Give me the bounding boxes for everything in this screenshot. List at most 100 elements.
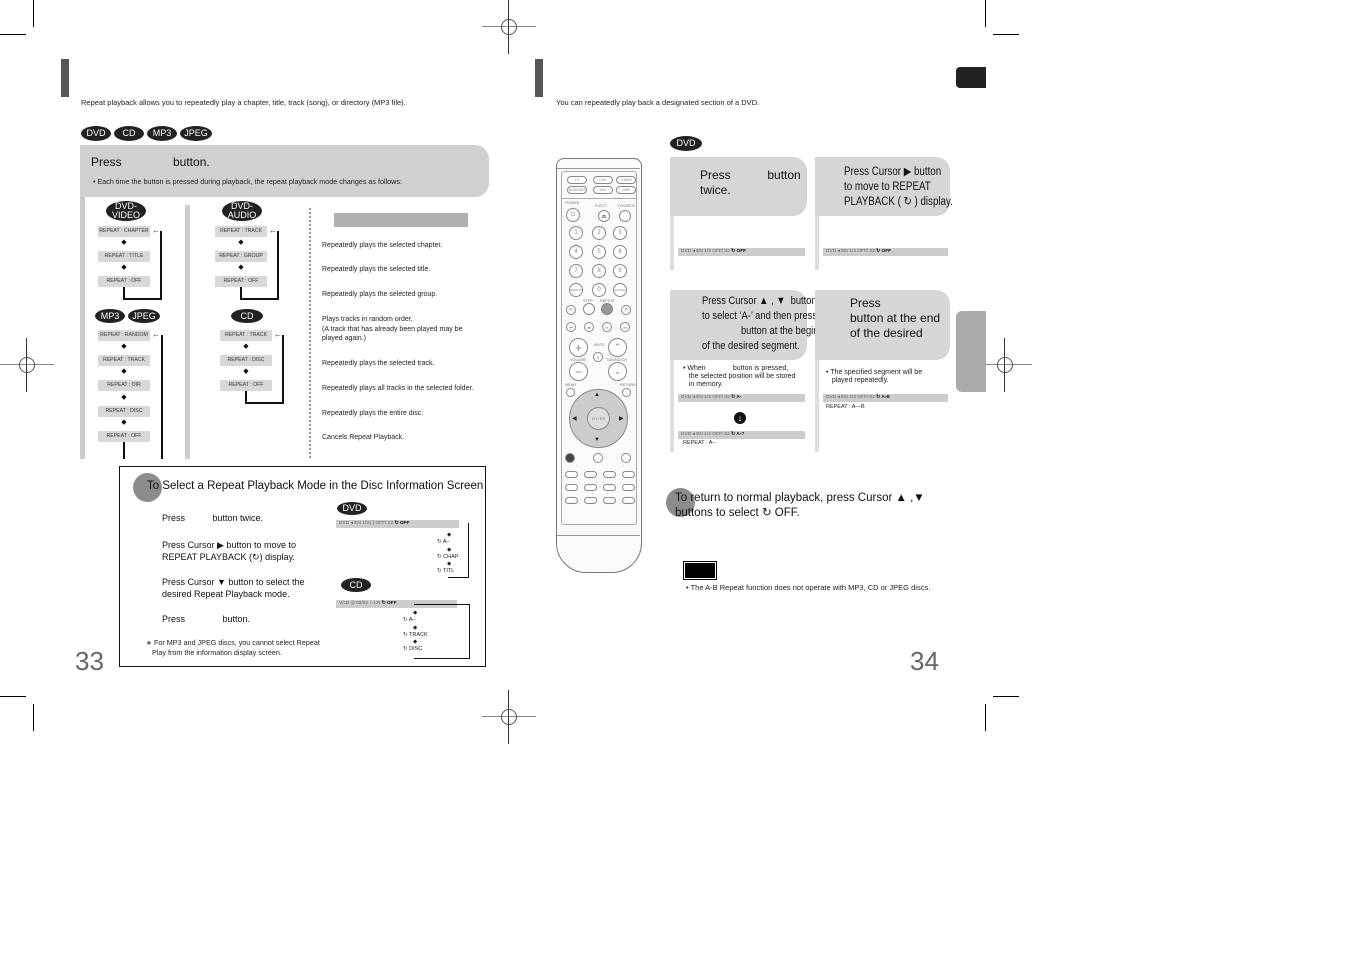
description: Cancels Repeat Playback.	[322, 434, 405, 441]
tuning-button[interactable]	[621, 453, 631, 463]
cursor-down-icon[interactable]: ▼	[594, 437, 600, 443]
remote-cancel-button[interactable]: CANCEL	[613, 283, 627, 297]
badge-dvd: DVD	[337, 502, 367, 515]
channel-down-icon[interactable]: ⌄	[608, 362, 627, 381]
chain-item: REPEAT : OFF	[98, 431, 150, 442]
osd-text: DVD ◂ EN 1/3 OFF/ 02	[681, 249, 730, 254]
skip-back-icon[interactable]: «	[566, 305, 576, 315]
side-tab	[956, 311, 986, 392]
chain-item: REPEAT : DIR	[98, 380, 150, 391]
remote-number-button[interactable]: 1	[569, 226, 583, 240]
remote-usb-button[interactable]: USB	[616, 186, 636, 194]
card-text: Press button twice.	[700, 168, 801, 197]
remote-small-button[interactable]	[565, 471, 578, 478]
remote-repeat-button[interactable]	[601, 303, 613, 315]
crop-mark	[993, 34, 1019, 35]
osd-value: ↻ A-B	[876, 395, 890, 400]
loop-arrow	[240, 231, 279, 300]
remote-number-button[interactable]: 5	[592, 245, 606, 259]
remote-small-button[interactable]	[565, 497, 578, 504]
remote-number-button[interactable]: 2	[592, 226, 606, 240]
crop-mark	[0, 696, 26, 697]
remote-step-button[interactable]	[583, 303, 595, 315]
arrow-down-icon: ◆	[121, 343, 127, 350]
osd-bar: DVD ◂ EN 1/3 OFF/ 02 ↻ A-B	[823, 394, 948, 402]
cursor-left-icon[interactable]: ◀	[572, 415, 577, 422]
next-icon[interactable]: ⏭	[620, 322, 630, 332]
play-pause-icon[interactable]: ⏯	[602, 322, 612, 332]
remote-number-button[interactable]: 3	[613, 226, 627, 240]
remote-small-button[interactable]	[603, 471, 616, 478]
arrow-down-icon: ◆	[121, 368, 127, 375]
prev-icon[interactable]: ⏮	[566, 322, 576, 332]
osd-text: DVD ◂ EN 1/3 OFF/ 02	[681, 432, 730, 437]
remote-number-button[interactable]: 6	[613, 245, 627, 259]
remote-small-button[interactable]	[584, 497, 597, 504]
volume-down-icon[interactable]: −	[569, 362, 588, 381]
remote-small-button[interactable]	[622, 497, 635, 504]
osd-text: DVD ◂ EN 1/3 [ ] OFF/ 02	[339, 521, 394, 526]
description: Repeatedly plays the selected track.	[322, 360, 435, 367]
remote-dvd-button[interactable]: DVD	[593, 176, 613, 184]
remote-small-button[interactable]	[603, 497, 616, 504]
remote-number-button[interactable]: 4	[569, 245, 583, 259]
remote-aux-button[interactable]: AUX	[593, 186, 613, 194]
eject-icon[interactable]: ⏏	[598, 210, 610, 222]
info-button[interactable]	[565, 453, 575, 463]
osd-text: DVD ◂ EN 1/3 OFF/ 02	[826, 249, 875, 254]
registration-mark	[978, 338, 1032, 392]
cursor-right-icon[interactable]: ▶	[619, 415, 624, 422]
info-step: Press Cursor ▼ button to select the desi…	[162, 577, 305, 599]
loop-arrow	[245, 391, 247, 404]
volume-up-icon[interactable]: +	[569, 338, 588, 357]
return-icon[interactable]	[622, 388, 631, 397]
remote-number-button[interactable]: 0	[592, 283, 606, 297]
mute-icon[interactable]: ✕	[593, 352, 603, 362]
loop-arrow	[123, 287, 125, 300]
cursor-up-icon[interactable]: ▲	[594, 392, 600, 398]
remote-small-button[interactable]	[622, 471, 635, 478]
loop-arrow	[414, 604, 470, 659]
badge-dvd: DVD	[670, 136, 702, 151]
step-button: button.	[173, 155, 210, 169]
osd-value: ↻ OFF	[876, 249, 892, 254]
remote-small-button[interactable]	[565, 484, 578, 491]
remote-number-button[interactable]: 7	[569, 264, 583, 278]
remote-remain-button[interactable]: REMAIN	[569, 283, 583, 297]
remote-bonding-button[interactable]: BONDING	[567, 186, 587, 194]
menu-icon[interactable]	[566, 388, 575, 397]
remote-label: TV/VIDEO	[617, 204, 635, 208]
chain-item: REPEAT : RANDOM	[98, 330, 150, 341]
power-icon[interactable]: ⏻	[566, 208, 580, 222]
skip-forward-icon[interactable]: »	[621, 305, 631, 315]
remote-small-button[interactable]	[622, 484, 635, 491]
info-step: Press Cursor ▶ button to move to REPEAT …	[162, 540, 296, 562]
osd-text: DVD ◂ EN 1/3 OFF/ 02	[681, 395, 730, 400]
info-note: ∗ For MP3 and JPEG discs, you cannot sel…	[146, 638, 320, 657]
description: Repeatedly plays the selected chapter.	[322, 242, 443, 249]
arrow-down-icon: ↓	[734, 412, 746, 424]
note-text: • The A-B Repeat function does not opera…	[686, 583, 931, 592]
osd-text: DVD ◂ EN 1/3 OFF/ 02	[826, 395, 875, 400]
badge-jpeg: JPEG	[180, 126, 212, 141]
remote-small-button[interactable]	[584, 471, 597, 478]
note-label	[683, 561, 717, 580]
remote-tv-button[interactable]: TV	[567, 176, 587, 184]
card-bullet: • The specified segment will be played r…	[826, 369, 923, 384]
stop-icon[interactable]: ■	[584, 322, 594, 332]
remote-small-button[interactable]	[584, 484, 597, 491]
osd-bar: DVD ◂ EN 1/3 OFF/ 02 ↻ OFF	[823, 248, 948, 256]
step-press: Press	[91, 155, 122, 169]
crop-mark	[0, 34, 26, 35]
enter-button[interactable]: ENTER	[587, 407, 610, 430]
intro-text: Repeat playback allows you to repeatedly…	[81, 98, 406, 107]
remote-number-button[interactable]: 8	[592, 264, 606, 278]
slot-button[interactable]	[593, 453, 603, 463]
arrow-left-icon: ←	[152, 226, 160, 235]
remote-tvvideo-button[interactable]	[619, 210, 631, 222]
remote-number-button[interactable]: 9	[613, 264, 627, 278]
channel-up-icon[interactable]: ⌃	[608, 338, 627, 357]
remote-tuner-button[interactable]: TUNER	[616, 176, 636, 184]
remote-small-button[interactable]	[603, 484, 616, 491]
card-text: Press button at the end of the desired	[850, 296, 941, 340]
